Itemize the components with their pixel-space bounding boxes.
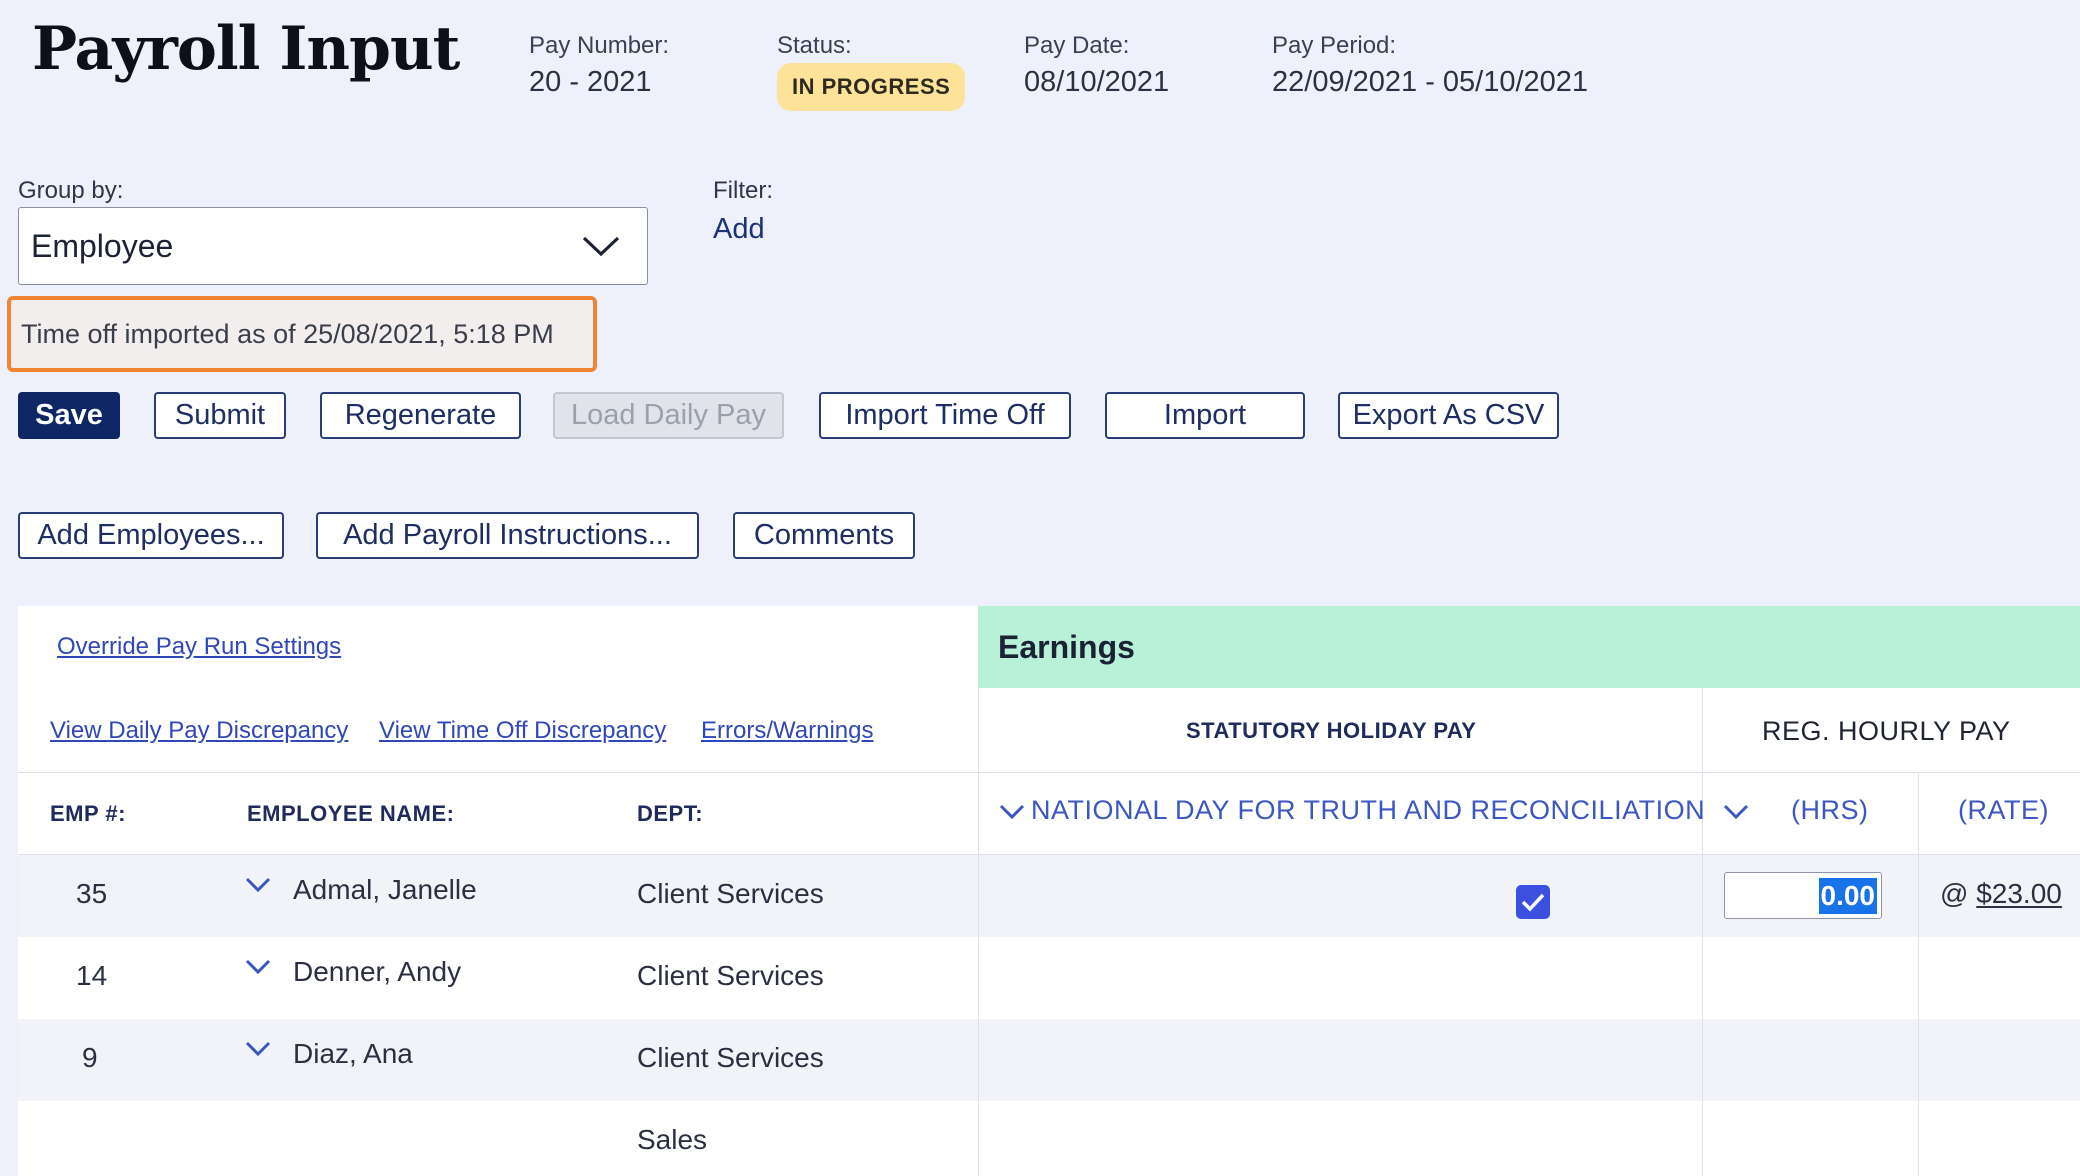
regenerate-button[interactable]: Regenerate <box>320 392 521 439</box>
sub-header-national-day: NATIONAL DAY FOR TRUTH AND RECONCILIATIO… <box>1031 795 1706 825</box>
rate-amount[interactable]: $23.00 <box>1976 878 2062 909</box>
view-daily-pay-discrepancy-link[interactable]: View Daily Pay Discrepancy <box>50 717 348 745</box>
checkmark-icon <box>1521 893 1545 912</box>
col-header-name: EMPLOYEE NAME: <box>247 801 455 826</box>
chevron-down-icon <box>582 236 620 257</box>
group-by-value: Employee <box>31 227 174 264</box>
submit-button[interactable]: Submit <box>154 392 286 439</box>
export-csv-button[interactable]: Export As CSV <box>1338 392 1559 439</box>
emp-number: 14 <box>76 960 108 991</box>
add-employees-button[interactable]: Add Employees... <box>18 512 284 559</box>
pay-period-value: 22/09/2021 - 05/10/2021 <box>1272 66 1589 98</box>
divider <box>18 772 978 773</box>
group-by-label: Group by: <box>18 177 124 204</box>
pay-period-label: Pay Period: <box>1272 32 1397 59</box>
chevron-down-icon[interactable] <box>245 1041 271 1057</box>
rate-value[interactable]: @ $23.00 <box>1940 878 2062 910</box>
hours-value: 0.00 <box>1818 877 1877 914</box>
override-pay-run-settings-link[interactable]: Override Pay Run Settings <box>57 633 341 661</box>
employee-dept: Client Services <box>637 878 824 909</box>
chevron-down-icon[interactable] <box>1723 803 1749 821</box>
col-header-dept: DEPT: <box>637 801 704 826</box>
import-button[interactable]: Import <box>1105 392 1305 439</box>
filter-add-link[interactable]: Add <box>713 213 765 246</box>
col-header-statutory-holiday-pay: STATUTORY HOLIDAY PAY <box>1186 718 1477 743</box>
page-title: Payroll Input <box>32 14 460 84</box>
status-label: Status: <box>777 32 852 59</box>
divider <box>1918 772 1919 1176</box>
stat-holiday-checkbox[interactable] <box>1516 885 1550 919</box>
employee-name: Admal, Janelle <box>293 874 477 905</box>
sub-header-rate: (RATE) <box>1958 795 2049 825</box>
col-header-reg-hourly-pay: REG. HOURLY PAY <box>1762 716 2011 746</box>
col-header-emp: EMP #: <box>50 801 126 826</box>
employee-dept: Client Services <box>637 960 824 991</box>
divider <box>1702 688 1703 1176</box>
comments-button[interactable]: Comments <box>733 512 915 559</box>
emp-number: 9 <box>82 1042 98 1073</box>
divider <box>978 772 2080 773</box>
employee-name: Diaz, Ana <box>293 1038 413 1069</box>
load-daily-pay-button[interactable]: Load Daily Pay <box>553 392 784 439</box>
errors-warnings-link[interactable]: Errors/Warnings <box>701 717 873 745</box>
pay-date-label: Pay Date: <box>1024 32 1130 59</box>
chevron-down-icon[interactable] <box>245 959 271 975</box>
chevron-down-icon[interactable] <box>245 877 271 893</box>
time-off-import-notice: Time off imported as of 25/08/2021, 5:18… <box>7 296 597 372</box>
pay-number-value: 20 - 2021 <box>529 66 652 98</box>
view-time-off-discrepancy-link[interactable]: View Time Off Discrepancy <box>379 717 666 745</box>
add-payroll-instructions-button[interactable]: Add Payroll Instructions... <box>316 512 699 559</box>
employee-dept: Sales <box>637 1124 708 1155</box>
chevron-down-icon[interactable] <box>999 803 1025 821</box>
group-by-select[interactable]: Employee <box>18 207 648 285</box>
employee-dept: Client Services <box>637 1042 824 1073</box>
earnings-header: Earnings <box>978 606 2080 688</box>
at-symbol: @ <box>1940 878 1969 909</box>
pay-date-value: 08/10/2021 <box>1024 66 1170 98</box>
table-row <box>18 1101 2080 1176</box>
filter-label: Filter: <box>713 177 773 204</box>
divider <box>978 688 979 1176</box>
pay-number-label: Pay Number: <box>529 32 670 59</box>
sub-header-hrs: (HRS) <box>1791 795 1869 825</box>
divider <box>18 854 2080 855</box>
hours-input[interactable]: 0.00 <box>1724 872 1882 919</box>
import-time-off-button[interactable]: Import Time Off <box>819 392 1071 439</box>
employee-name: Denner, Andy <box>293 956 462 987</box>
status-badge: IN PROGRESS <box>777 63 966 111</box>
emp-number: 35 <box>76 878 108 909</box>
save-button[interactable]: Save <box>18 392 120 439</box>
